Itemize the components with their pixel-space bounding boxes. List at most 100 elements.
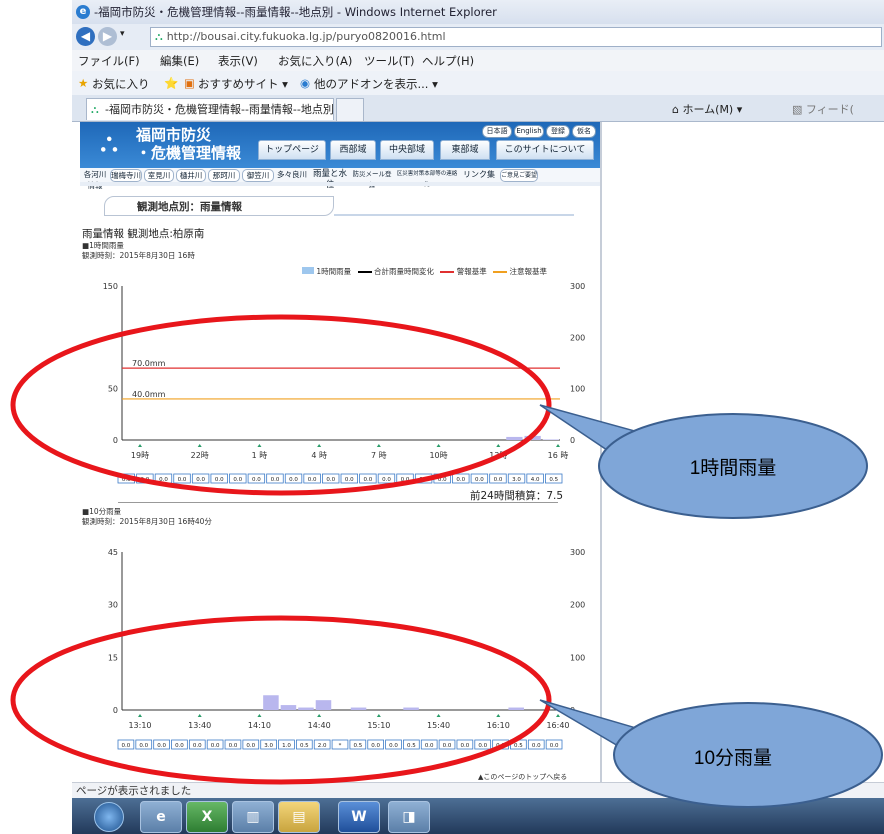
- history-dropdown-icon[interactable]: ▾: [120, 29, 125, 39]
- subnav-rivers[interactable]: 各河川情報: [82, 169, 108, 190]
- site-logo-line2: ・危機管理情報: [136, 144, 242, 162]
- nav-west[interactable]: 西部域: [330, 140, 376, 160]
- value-cell-text: 0.0: [389, 743, 398, 749]
- menu-view[interactable]: 表示(V): [218, 53, 258, 69]
- nav-central[interactable]: 中央部域: [380, 140, 434, 160]
- y-tick-label-left: 0: [113, 706, 118, 715]
- value-cell-text: 0.0: [252, 477, 261, 483]
- x-tick-marker: [317, 444, 322, 447]
- chart2-time: 観測時刻：2015年8月30日 16時40分: [82, 517, 212, 526]
- legend-warning: 警報基準: [456, 267, 487, 276]
- legend-swatch-hourly: [302, 267, 314, 274]
- value-cell-text: 0.0: [364, 477, 373, 483]
- value-cell-text: 0.0: [371, 743, 380, 749]
- menu-favorites[interactable]: お気に入り(A): [278, 53, 352, 69]
- subnav-divider: [80, 182, 600, 186]
- home-button[interactable]: ⌂ ホーム(M) ▾: [672, 101, 742, 117]
- x-tick-label: 4 時: [311, 451, 327, 460]
- web-page: ⛬ 福岡市防災 ・危機管理情報 日本語 English 登録 仮名 トップページ…: [80, 122, 600, 782]
- value-cell-text: 0.0: [178, 477, 187, 483]
- status-bar: ページが表示されました: [72, 782, 884, 798]
- subnav-mail[interactable]: 防災メール登録: [352, 169, 392, 189]
- menu-edit[interactable]: 編集(E): [160, 53, 199, 69]
- menu-tools[interactable]: ツール(T): [364, 53, 415, 69]
- subnav-mikasa[interactable]: 御笠川: [242, 169, 274, 182]
- value-cell-text: 0.0: [478, 743, 487, 749]
- value-cell-text: 0.0: [550, 743, 559, 749]
- suggested-sites-button[interactable]: おすすめサイト ▾: [198, 76, 288, 92]
- bar: [542, 439, 559, 440]
- value-cell-text: 0.0: [443, 743, 452, 749]
- menu-file[interactable]: ファイル(F): [78, 53, 140, 69]
- menu-help[interactable]: ヘルプ(H): [422, 53, 474, 69]
- feed-button[interactable]: ▧ フィード(: [792, 101, 854, 117]
- value-cell-text: 0.0: [122, 743, 131, 749]
- x-tick-label: 16:40: [546, 721, 569, 730]
- back-to-top-link[interactable]: ▲このページのトップへ戻る: [478, 772, 567, 782]
- kana-button[interactable]: 仮名: [572, 125, 596, 138]
- city-emblem-icon: ⛬: [100, 128, 119, 158]
- chart2-svg: 0 15 30 45 0 100 200 300 13:10 13:40 14:10 14:40 15:…: [108, 548, 585, 750]
- ie-taskbar-icon[interactable]: e: [140, 801, 182, 833]
- x-tick-label: 15:40: [427, 721, 450, 730]
- tab-title: -福岡市防災・危機管理情報--雨量情報--地点別: [105, 103, 334, 116]
- subnav-muromi[interactable]: 室見川: [144, 169, 174, 182]
- value-cell-text: 0.0: [494, 477, 503, 483]
- x-tick-marker: [496, 714, 501, 717]
- lang-japanese[interactable]: 日本語: [482, 125, 512, 138]
- taskbar: e X ▥ ▤ W ◨: [72, 798, 884, 834]
- suggested-sites-icon: ▣: [184, 76, 195, 90]
- nav-about[interactable]: このサイトについて: [496, 140, 594, 160]
- excel-taskbar-icon[interactable]: X: [186, 801, 228, 833]
- legend-swatch-total: [357, 271, 372, 273]
- address-input[interactable]: ⛬ http://bousai.city.fukuoka.lg.jp/puryo0…: [150, 27, 882, 47]
- site-banner: ⛬ 福岡市防災 ・危機管理情報 日本語 English 登録 仮名 トップページ…: [80, 122, 600, 168]
- new-tab-button[interactable]: [336, 98, 364, 121]
- start-button[interactable]: [94, 802, 124, 832]
- subnav-naka[interactable]: 那珂川: [208, 169, 240, 182]
- subnav-rain-water[interactable]: 雨量と水位: [310, 169, 350, 190]
- add-favorite-icon[interactable]: ⭐: [164, 76, 178, 90]
- register-button[interactable]: 登録: [546, 125, 570, 138]
- section-heading: 観測地点別：雨量情報: [104, 196, 334, 216]
- presentation-taskbar-icon[interactable]: ▥: [232, 801, 274, 833]
- forward-button[interactable]: ▶: [98, 27, 117, 46]
- word-taskbar-icon[interactable]: W: [338, 801, 380, 833]
- value-cell-text: 0.0: [382, 477, 391, 483]
- window-taskbar-icon[interactable]: ◨: [388, 801, 430, 833]
- addons-button[interactable]: 他のアドオンを表示... ▾: [314, 76, 438, 92]
- subnav-hii[interactable]: 樋井川: [176, 169, 206, 182]
- value-cell-text: 0.0: [271, 477, 280, 483]
- value-cell-text: 0.5: [353, 743, 362, 749]
- y-tick-label-right: 100: [570, 385, 585, 394]
- ie-icon: e: [76, 5, 90, 19]
- nav-east[interactable]: 東部域: [440, 140, 490, 160]
- subnav-feedback[interactable]: ご意見ご要望: [500, 169, 538, 182]
- back-button[interactable]: ◀: [76, 27, 95, 46]
- explorer-taskbar-icon[interactable]: ▤: [278, 801, 320, 833]
- y-tick-label-left: 150: [103, 282, 118, 291]
- subnav-tatara[interactable]: 多々良川: [276, 169, 308, 180]
- y-tick-label-left: 0: [113, 436, 118, 445]
- value-cell-text: 0.0: [289, 477, 298, 483]
- value-cell-text: 0.0: [419, 477, 428, 483]
- subnav-zuibaiji[interactable]: 瑞梅寺川: [110, 169, 142, 182]
- x-tick-marker: [436, 714, 441, 717]
- x-tick-marker: [496, 444, 501, 447]
- x-tick-marker: [257, 444, 262, 447]
- x-tick-label: 16 時: [548, 451, 569, 460]
- bar: [280, 705, 297, 710]
- legend-hourly: 1時間雨量: [316, 267, 352, 276]
- nav-top-page[interactable]: トップページ: [258, 140, 326, 160]
- legend-swatch-warning: [440, 271, 455, 273]
- tab-current[interactable]: ⛬ -福岡市防災・危機管理情報--雨量情報--地点別: [86, 98, 334, 120]
- address-url: http://bousai.city.fukuoka.lg.jp/puryo08…: [166, 30, 446, 43]
- favorites-button[interactable]: お気に入り: [92, 76, 150, 92]
- chart1-svg: 0 50 150 0 100 200 300 70.0mm 40.0mm 19時 22時 1 時 4 時…: [103, 282, 585, 484]
- menu-bar: ファイル(F) 編集(E) 表示(V) お気に入り(A) ツール(T) ヘルプ(…: [72, 50, 884, 72]
- site-icon: ⛬: [155, 30, 163, 43]
- subnav-links[interactable]: リンク集: [462, 169, 496, 180]
- y-tick-label-left: 15: [108, 653, 118, 662]
- subnav-contacts[interactable]: 区災害対策本部等の連絡先: [396, 169, 458, 188]
- lang-english[interactable]: English: [514, 125, 544, 138]
